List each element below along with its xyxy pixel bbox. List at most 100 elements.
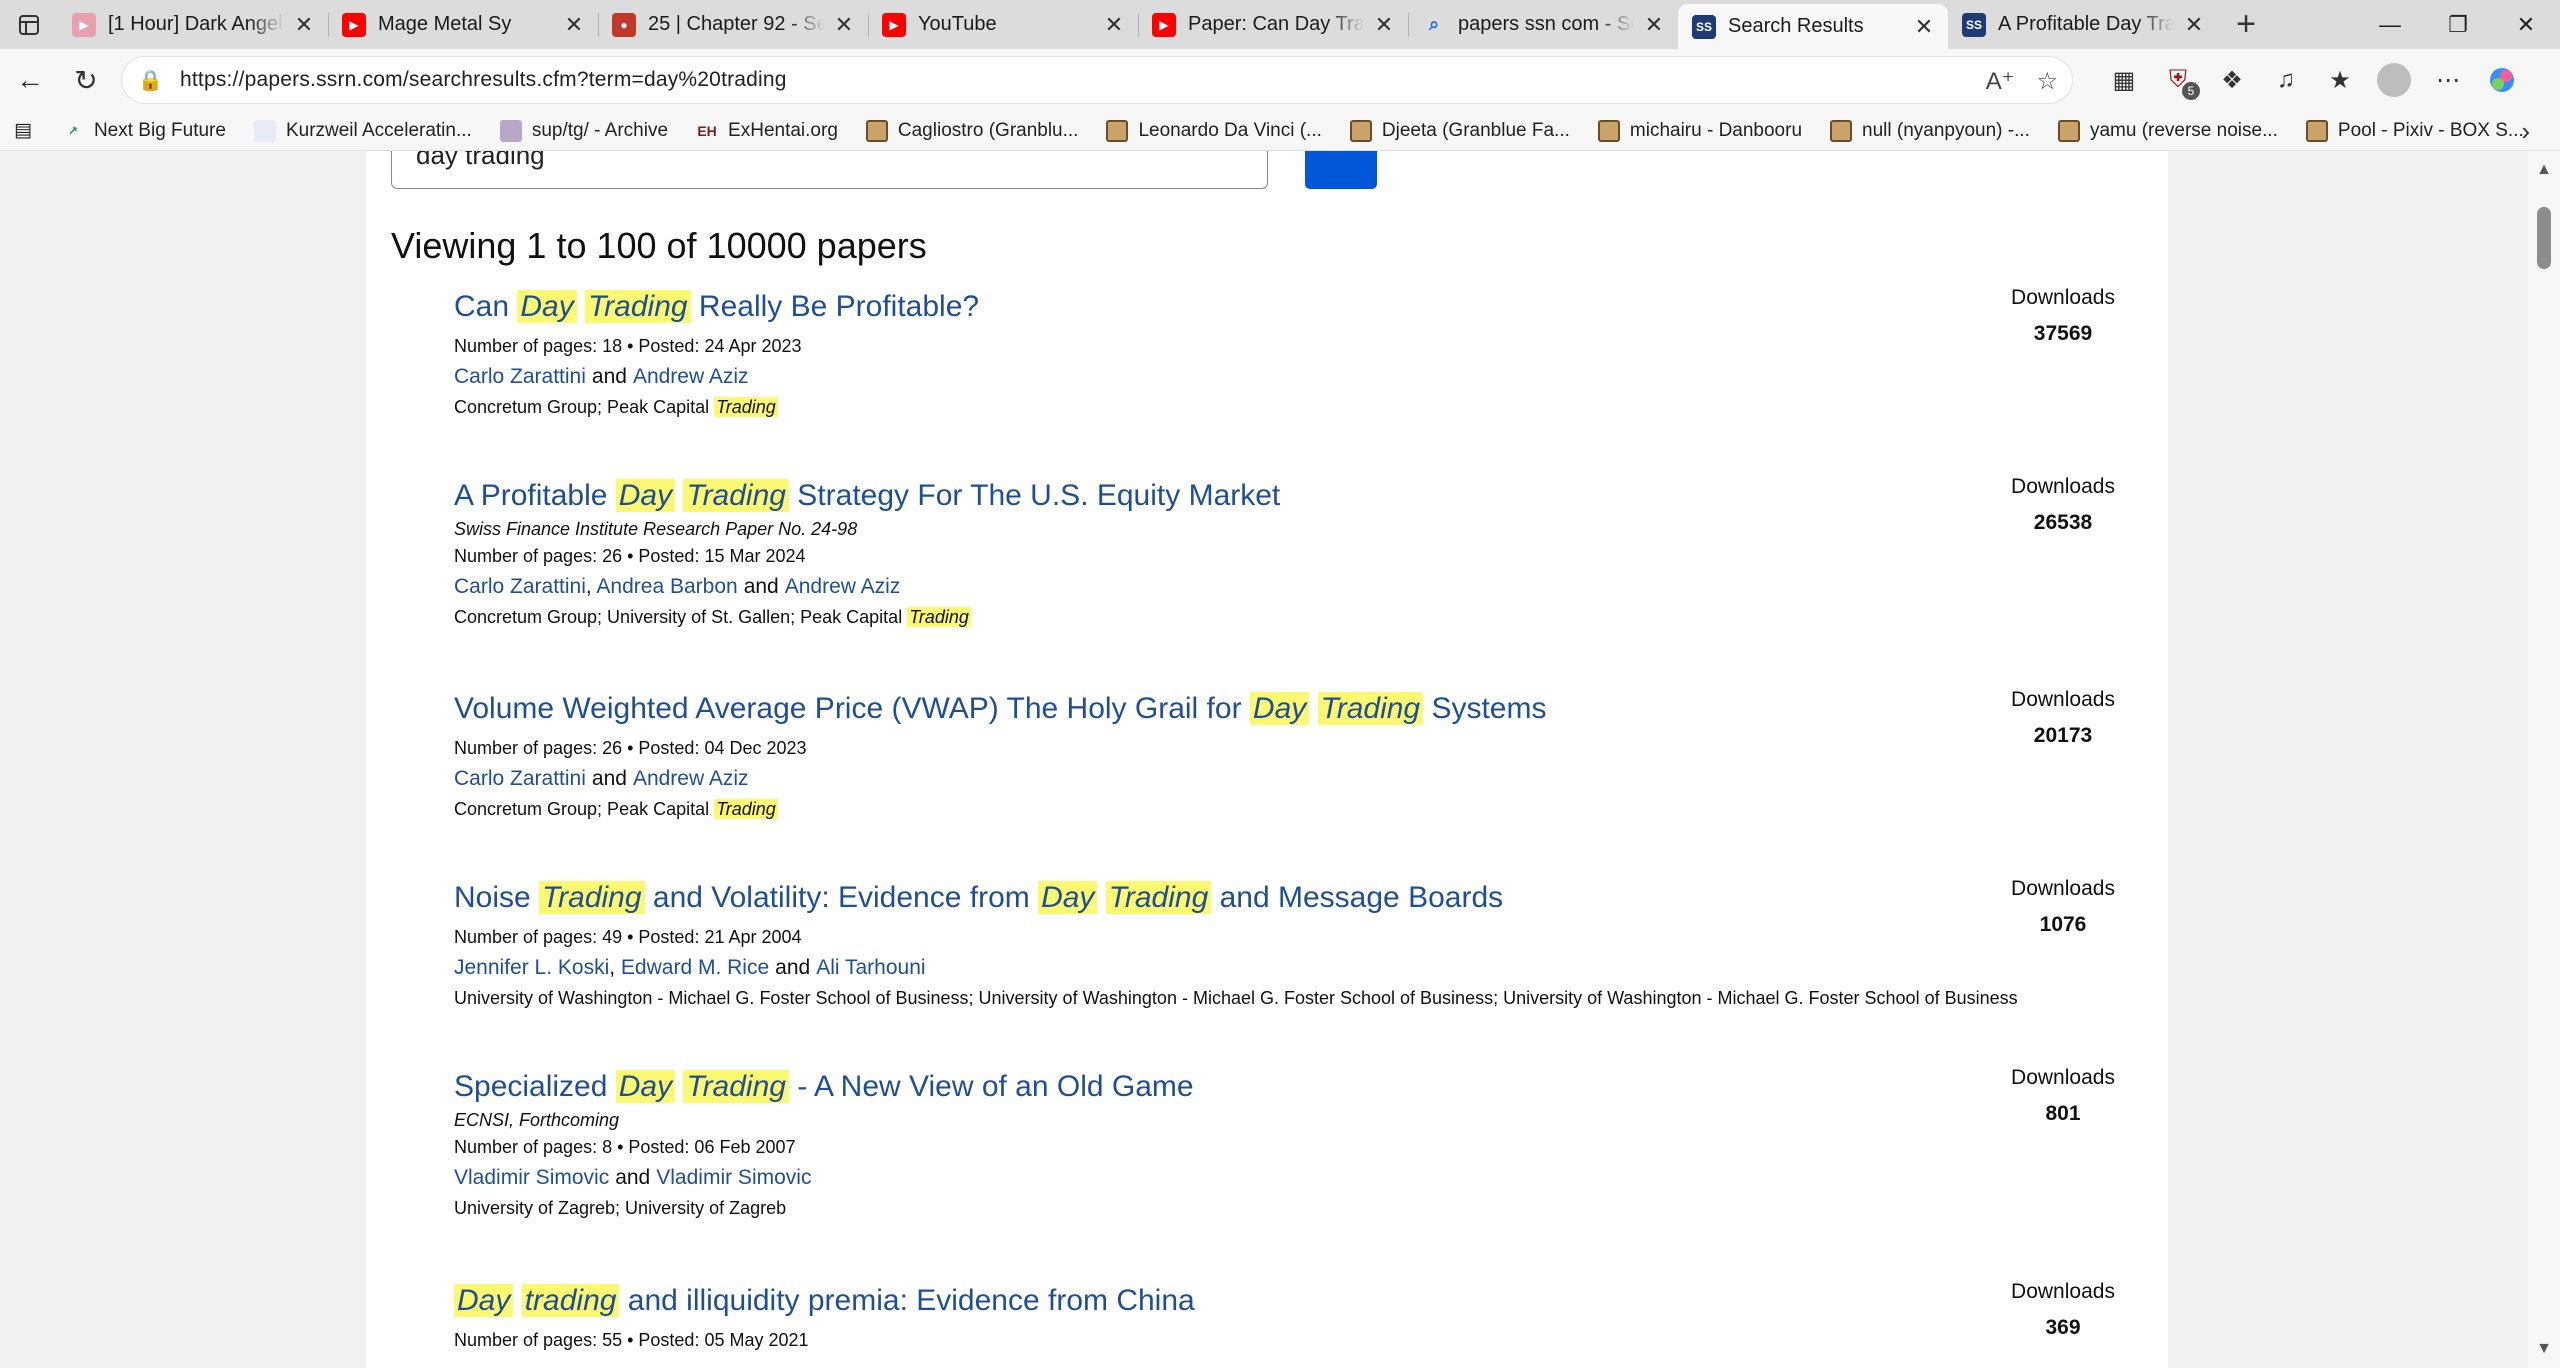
- paper-series: Swiss Finance Institute Research Paper N…: [454, 519, 858, 539]
- browser-tab[interactable]: ▶ YouTube ✕: [868, 0, 1138, 49]
- downloads-box: Downloads 369: [1988, 1280, 2138, 1340]
- restore-button[interactable]: ❐: [2424, 0, 2492, 49]
- downloads-label: Downloads: [2011, 475, 2115, 498]
- settings-menu-icon[interactable]: ⋯: [2430, 62, 2466, 98]
- author-separator: and: [591, 767, 627, 790]
- back-button[interactable]: ←: [2, 52, 58, 108]
- copilot-icon[interactable]: [2484, 62, 2520, 98]
- address-bar[interactable]: 🔒 https://papers.ssrn.com/searchresults.…: [121, 56, 2073, 104]
- bookmark-label: michairu - Danbooru: [1629, 119, 1803, 141]
- downloads-count: 20173: [2033, 724, 2093, 747]
- nbf-icon: ↗: [67, 123, 78, 138]
- bookmark-item[interactable]: yamu (reverse noise...: [2044, 111, 2292, 151]
- bookmark-item[interactable]: Djeeta (Granblue Fa...: [1336, 111, 1584, 151]
- vertical-scrollbar[interactable]: ▲ ▼: [2528, 151, 2560, 1368]
- downloads-label: Downloads: [2011, 877, 2115, 900]
- author-separator: and: [775, 956, 811, 979]
- close-tab-icon[interactable]: ✕: [1100, 11, 1128, 39]
- bookmark-label: Pool - Pixiv - BOX S...: [2337, 119, 2524, 141]
- tab-actions-button[interactable]: [0, 0, 58, 49]
- paper-title-link[interactable]: Day trading and illiquidity premia: Evid…: [454, 1282, 2154, 1320]
- profile-avatar[interactable]: [2376, 62, 2412, 98]
- browser-tab[interactable]: ● 25 | Chapter 92 - Seng ✕: [598, 0, 868, 49]
- text-segment: University of Washington - Michael G. Fo…: [454, 988, 2018, 1008]
- new-tab-button[interactable]: +: [2218, 0, 2274, 49]
- paper-title-link[interactable]: Volume Weighted Average Price (VWAP) The…: [454, 690, 2154, 728]
- browser-tab[interactable]: ▶ Paper: Can Day Tradin ✕: [1138, 0, 1408, 49]
- bookmark-item[interactable]: sup/tg/ - Archive: [486, 111, 682, 151]
- paper-title-link[interactable]: A Profitable Day Trading Strategy For Th…: [454, 477, 2154, 515]
- close-tab-icon[interactable]: ✕: [1910, 13, 1938, 41]
- paper-title-link[interactable]: Can Day Trading Really Be Profitable?: [454, 288, 2154, 326]
- author-link[interactable]: Andrew Aziz: [785, 575, 901, 598]
- author-link[interactable]: Carlo Zarattini: [454, 575, 586, 598]
- author-link[interactable]: Vladimir Simovic: [656, 1166, 811, 1189]
- bookmark-item[interactable]: Pool - Pixiv - BOX S...: [2292, 111, 2538, 151]
- browser-tab[interactable]: ⌕ papers ssn com - Sear ✕: [1408, 0, 1678, 49]
- close-window-button[interactable]: ✕: [2492, 0, 2560, 49]
- author-link[interactable]: Carlo Zarattini: [454, 365, 586, 388]
- downloads-label: Downloads: [2011, 1280, 2115, 1303]
- browser-tab[interactable]: SS Search Results ✕: [1678, 4, 1948, 49]
- bookmark-label: Cagliostro (Granblu...: [897, 119, 1079, 141]
- search-button[interactable]: [1305, 151, 1377, 189]
- bookmark-label: ExHentai.org: [728, 119, 838, 141]
- bookmark-item[interactable]: EH ExHentai.org: [682, 111, 852, 151]
- paper-meta: Number of pages: 26 • Posted: 15 Mar 202…: [454, 546, 806, 566]
- paper-title-link[interactable]: Noise Trading and Volatility: Evidence f…: [454, 879, 2154, 917]
- scroll-down-icon[interactable]: ▼: [2528, 1340, 2560, 1358]
- close-tab-icon[interactable]: ✕: [560, 11, 588, 39]
- author-separator: ,: [609, 956, 621, 979]
- highlighted-term: trading: [521, 1284, 620, 1317]
- author-link[interactable]: Andrea Barbon: [596, 575, 737, 598]
- browser-tab[interactable]: ▶ Mage Metal Sy ✕: [328, 0, 598, 49]
- author-link[interactable]: Carlo Zarattini: [454, 767, 586, 790]
- bookmark-item[interactable]: Leonardo Da Vinci (...: [1092, 111, 1335, 151]
- highlighted-term: Trading: [1105, 881, 1212, 914]
- bookmark-item[interactable]: Cagliostro (Granblu...: [852, 111, 1093, 151]
- favorite-star-icon[interactable]: ☆: [2036, 67, 2058, 96]
- qr-code-icon[interactable]: ▦: [2106, 62, 2142, 98]
- close-tab-icon[interactable]: ✕: [1640, 11, 1668, 39]
- scroll-up-icon[interactable]: ▲: [2528, 161, 2560, 179]
- tab-title: A Profitable Day Tradir: [1998, 13, 2174, 35]
- refresh-button[interactable]: ↻: [58, 52, 114, 108]
- paper-meta: Number of pages: 55 • Posted: 05 May 202…: [454, 1330, 809, 1350]
- author-link[interactable]: Jennifer L. Koski: [454, 956, 609, 979]
- browser-tab[interactable]: ▶ [1 Hour] Dark Angel M ✕: [58, 0, 328, 49]
- author-link[interactable]: Andrew Aziz: [633, 365, 749, 388]
- tab-title: 25 | Chapter 92 - Seng: [648, 13, 824, 35]
- favorites-icon[interactable]: ★: [2322, 62, 2358, 98]
- chevron-right-icon[interactable]: ›: [2521, 111, 2530, 151]
- author-link[interactable]: Ali Tarhouni: [816, 956, 925, 979]
- paper-title-link[interactable]: Specialized Day Trading - A New View of …: [454, 1068, 2154, 1106]
- browser-tab[interactable]: SS A Profitable Day Tradir ✕: [1948, 0, 2218, 49]
- bookmark-label: Leonardo Da Vinci (...: [1138, 119, 1322, 141]
- browser-toolbar: ← ↻ 🔒 https://papers.ssrn.com/searchresu…: [0, 49, 2560, 111]
- extensions-icon[interactable]: ❖: [2214, 62, 2250, 98]
- close-tab-icon[interactable]: ✕: [830, 11, 858, 39]
- url-text[interactable]: https://papers.ssrn.com/searchresults.cf…: [180, 68, 787, 92]
- bookmark-item[interactable]: ↗ Next Big Future: [48, 111, 240, 151]
- scroll-thumb[interactable]: [2537, 207, 2551, 269]
- media-control-icon[interactable]: ♫: [2268, 62, 2304, 98]
- author-link[interactable]: Andrew Aziz: [633, 767, 749, 790]
- paper-authors: Jennifer L. Koski, Edward M. Rice and Ali …: [454, 956, 2154, 980]
- close-tab-icon[interactable]: ✕: [2180, 11, 2208, 39]
- read-aloud-icon[interactable]: A⁺: [1986, 67, 2015, 96]
- search-input[interactable]: day trading: [391, 151, 1268, 189]
- close-tab-icon[interactable]: ✕: [1370, 11, 1398, 39]
- text-segment: Specialized: [454, 1070, 616, 1103]
- ublock-icon[interactable]: ⛨ 5: [2160, 62, 2200, 100]
- minimize-button[interactable]: —: [2356, 0, 2424, 49]
- close-tab-icon[interactable]: ✕: [290, 11, 318, 39]
- bookmark-item[interactable]: Kurzweil Acceleratin...: [240, 111, 486, 151]
- bookmarks-menu-icon[interactable]: ▤: [0, 111, 48, 151]
- downloads-box: Downloads 801: [1988, 1066, 2138, 1126]
- author-link[interactable]: Vladimir Simovic: [454, 1166, 609, 1189]
- text-segment: and illiquidity premia: Evidence from Ch…: [619, 1284, 1195, 1317]
- downloads-count: 369: [2045, 1316, 2081, 1339]
- bookmark-item[interactable]: null (nyanpyoun) -...: [1816, 111, 2044, 151]
- author-link[interactable]: Edward M. Rice: [621, 956, 769, 979]
- bookmark-item[interactable]: michairu - Danbooru: [1584, 111, 1816, 151]
